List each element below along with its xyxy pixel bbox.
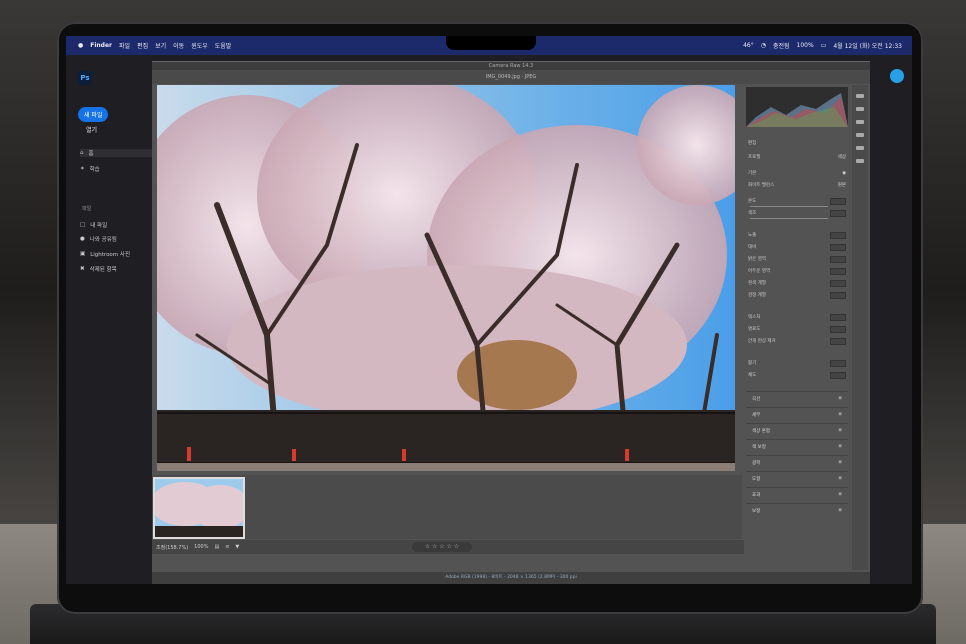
battery-percent[interactable]: 100%	[797, 42, 814, 49]
filter-icon[interactable]: ▼	[235, 544, 239, 550]
weather-temp[interactable]: 46°	[743, 42, 754, 49]
section-color-grading[interactable]: 색 보정 ◉	[746, 439, 848, 453]
trash-icon: ✖	[80, 266, 85, 272]
avatar[interactable]	[890, 69, 904, 83]
laptop-screen: ● Finder 파일 편집 보기 이동 윈도우 도움말 46° ◔ 충전됨 1…	[66, 36, 912, 584]
file-name: IMG_0049.jpg · JPEG	[152, 70, 870, 84]
file-icon: □	[80, 222, 86, 228]
filmstrip-thumbnail[interactable]	[153, 477, 245, 539]
menu-file[interactable]: 파일	[119, 41, 130, 50]
camera-raw-title: Camera Raw 14.3	[152, 62, 870, 70]
menu-edit[interactable]: 편집	[137, 41, 148, 50]
menu-help[interactable]: 도움말	[215, 41, 232, 50]
photoshop-window: Ps 새 파일 열기 ⌂ 홈 ✶ 학습 파일 □ 내 파일 ● 나와 공유됨 ▣ Ligh…	[66, 55, 912, 584]
clock[interactable]: 4월 12일 (화) 오전 12:33	[833, 41, 902, 50]
lightroom-icon: ▣	[80, 251, 86, 257]
sidebar-item-my-files[interactable]: □ 내 파일	[80, 221, 154, 229]
eye-icon[interactable]: ◉	[842, 171, 846, 176]
bulb-icon: ✶	[80, 166, 85, 172]
battery-status[interactable]: 충전됨	[773, 41, 790, 50]
menu-window[interactable]: 윈도우	[191, 41, 208, 50]
eye-icon[interactable]: ◉	[838, 476, 842, 481]
eye-icon[interactable]: ◉	[838, 508, 842, 513]
person-icon: ●	[80, 236, 85, 242]
slider-vibrance[interactable]: 활기	[748, 359, 846, 367]
section-color-mixer[interactable]: 색상 혼합 ◉	[746, 423, 848, 437]
wifi-icon[interactable]: ◔	[761, 42, 766, 49]
slider-shadows[interactable]: 어두운 영역	[748, 267, 846, 275]
new-file-button[interactable]: 새 파일	[78, 107, 109, 122]
slider-track[interactable]	[750, 206, 828, 207]
mask-tool-icon[interactable]	[856, 133, 864, 137]
histogram	[746, 87, 848, 127]
slider-clarity[interactable]: 명료도	[748, 325, 846, 333]
section-geometry[interactable]: 도형 ◉	[746, 471, 848, 485]
sort-icon[interactable]: ≡	[225, 544, 229, 550]
edit-tool-icon[interactable]	[856, 94, 864, 98]
camera-raw-dialog: Camera Raw 14.3 IMG_0049.jpg · JPEG 조정(1…	[152, 61, 870, 584]
menu-go[interactable]: 이동	[173, 41, 184, 50]
battery-icon[interactable]: ▭	[821, 42, 827, 49]
redeye-tool-icon[interactable]	[856, 146, 864, 150]
slider-saturation[interactable]: 채도	[748, 371, 846, 379]
section-calibration[interactable]: 보정 ◉	[746, 503, 848, 517]
macos-menubar: ● Finder 파일 편집 보기 이동 윈도우 도움말 46° ◔ 충전됨 1…	[66, 36, 912, 55]
section-effects[interactable]: 효과 ◉	[746, 487, 848, 501]
edit-panel: 편집 프로필 색상 기본 ◉ 화이트 밸런스 원본 온도 색조 노출 대비 밝은 영역…	[744, 85, 850, 570]
slider-blacks[interactable]: 검정 계열	[748, 291, 846, 299]
sidebar-item-learn[interactable]: ✶ 학습	[80, 165, 154, 173]
panel-header: 편집	[748, 141, 757, 146]
profile-row[interactable]: 프로필 색상	[748, 153, 846, 161]
crop-tool-icon[interactable]	[856, 107, 864, 111]
open-button[interactable]: 열기	[86, 125, 97, 134]
cherry-blossom-image	[157, 85, 735, 471]
slider-track[interactable]	[750, 218, 828, 219]
apple-icon[interactable]: ●	[78, 42, 83, 49]
filmstrip	[152, 475, 742, 539]
slider-contrast[interactable]: 대비	[748, 243, 846, 251]
basic-section-header[interactable]: 기본 ◉	[748, 169, 846, 177]
section-detail[interactable]: 세부 ◉	[746, 407, 848, 421]
star-rating[interactable]: ☆ ☆ ☆ ☆ ☆	[412, 542, 472, 552]
ps-logo: Ps	[78, 71, 92, 85]
home-icon: ⌂	[80, 150, 84, 156]
slider-highlights[interactable]: 밝은 영역	[748, 255, 846, 263]
slider-dehaze[interactable]: 안개 현상 제거	[748, 337, 846, 345]
section-curve[interactable]: 곡선 ◉	[746, 391, 848, 405]
menu-finder[interactable]: Finder	[90, 42, 112, 49]
sidebar-item-deleted[interactable]: ✖ 삭제된 항목	[80, 265, 154, 273]
eye-icon[interactable]: ◉	[838, 492, 842, 497]
tool-strip	[852, 85, 868, 570]
section-optics[interactable]: 광학 ◉	[746, 455, 848, 469]
slider-temperature[interactable]: 온도	[748, 197, 846, 205]
presets-tool-icon[interactable]	[856, 159, 864, 163]
eye-icon[interactable]: ◉	[838, 396, 842, 401]
slider-tint[interactable]: 색조	[748, 209, 846, 217]
ps-sidebar: Ps 새 파일 열기 ⌂ 홈 ✶ 학습 파일 □ 내 파일 ● 나와 공유됨 ▣ Ligh…	[66, 55, 154, 584]
slider-exposure[interactable]: 노출	[748, 231, 846, 239]
camera-notch	[446, 36, 536, 50]
eye-icon[interactable]: ◉	[838, 428, 842, 433]
zoom-value[interactable]: 100%	[194, 544, 208, 550]
eye-icon[interactable]: ◉	[838, 412, 842, 417]
eye-icon[interactable]: ◉	[838, 460, 842, 465]
menu-view[interactable]: 보기	[155, 41, 166, 50]
files-section-label: 파일	[82, 206, 92, 212]
zoom-label[interactable]: 조정(158.7%)	[156, 544, 188, 551]
filmstrip-icon[interactable]: ▤	[214, 544, 219, 550]
heal-tool-icon[interactable]	[856, 120, 864, 124]
sidebar-item-home[interactable]: ⌂ 홈	[80, 149, 154, 157]
preview-photo[interactable]	[157, 85, 735, 471]
sidebar-item-lightroom[interactable]: ▣ Lightroom 사진	[80, 250, 154, 258]
slider-texture[interactable]: 텍스처	[748, 313, 846, 321]
slider-whites[interactable]: 흰색 계열	[748, 279, 846, 287]
sidebar-item-shared[interactable]: ● 나와 공유됨	[80, 235, 154, 243]
eye-icon[interactable]: ◉	[838, 444, 842, 449]
image-info-bar[interactable]: Adobe RGB (1998) - 8비트 - 2048 × 1365 (2.…	[152, 572, 870, 584]
white-balance-row[interactable]: 화이트 밸런스 원본	[748, 181, 846, 189]
thumbnail-image	[155, 479, 243, 537]
